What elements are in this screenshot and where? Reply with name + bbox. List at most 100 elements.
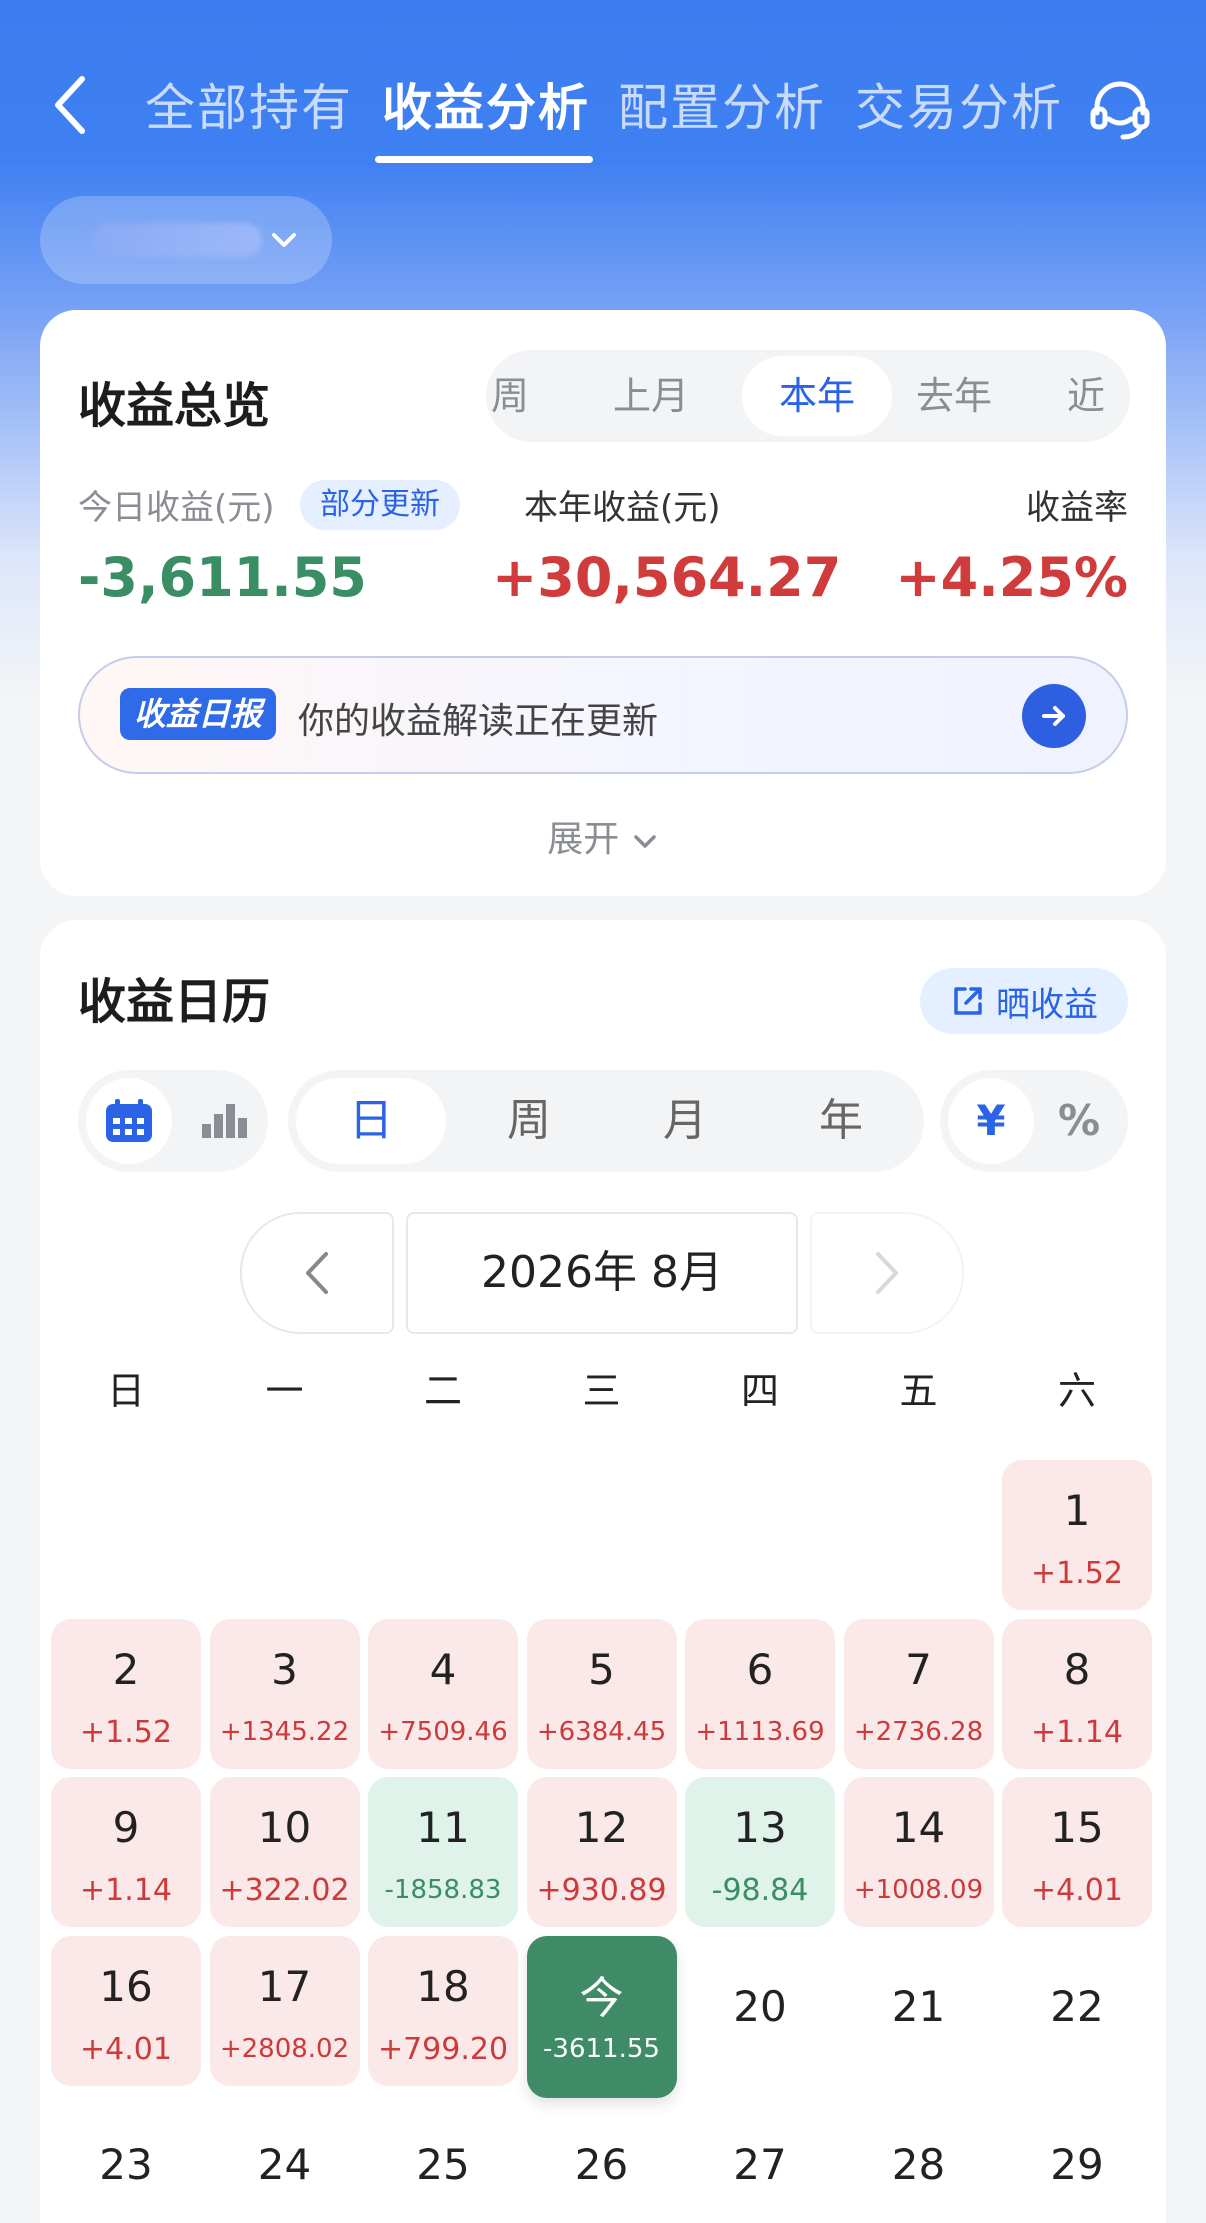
customer-service-button[interactable] [1080,70,1160,150]
report-arrow-button[interactable] [1022,684,1086,748]
back-button[interactable] [40,70,100,140]
granularity-week[interactable]: 周 [454,1070,604,1172]
period-recent[interactable]: 近 [1046,350,1126,442]
calendar-day[interactable]: 16 +4.01 [51,1935,201,2086]
share-profit-button[interactable]: 晒收益 [920,968,1128,1034]
calendar-day[interactable]: 15 +4.01 [1002,1777,1152,1927]
period-selector: 周 上月 本年 去年 近 [486,350,1130,442]
calendar-day[interactable]: 6 +1113.69 [685,1618,835,1769]
calendar-day[interactable]: 26 [527,2094,677,2223]
weekday-label: 一 [265,1369,304,1413]
weekday-label: 六 [1057,1369,1096,1413]
weekday-label: 日 [106,1369,145,1413]
unit-currency[interactable]: ¥ [948,1078,1034,1164]
day-profit-value: +2808.02 [219,2033,350,2064]
day-profit-value: +1.52 [80,1714,172,1750]
overview-title: 收益总览 [78,378,271,434]
day-number: 13 [733,1803,787,1852]
calendar-day[interactable]: 24 [210,2094,360,2223]
day-number: 20 [733,1981,787,2031]
expand-button[interactable]: 展开 [40,810,1166,862]
period-this-year[interactable]: 本年 [742,356,892,436]
day-number: 9 [112,1803,140,1852]
return-rate-label: 收益率 [1026,488,1128,528]
granularity-day[interactable]: 日 [296,1078,446,1164]
day-profit-value: -3611.55 [543,2033,660,2064]
tab-trade-analysis[interactable]: 交易分析 [855,68,1063,140]
calendar-day[interactable]: 17 +2808.02 [209,1935,360,2086]
calendar-day[interactable]: 4 +7509.46 [368,1618,518,1769]
calendar-day[interactable]: 23 [51,2094,201,2223]
calendar-day[interactable]: 2 +1.52 [51,1618,201,1769]
day-number: 1 [1063,1486,1091,1535]
bar-chart-view-button[interactable] [186,1078,262,1164]
period-week[interactable]: 周 [486,350,540,442]
calendar-day[interactable]: 18 +799.20 [368,1935,518,2086]
day-number: 25 [416,2140,470,2189]
calendar-day[interactable]: 29 [1002,2094,1152,2223]
day-number: 2 [112,1644,140,1694]
day-profit-value: +1.52 [1031,1556,1123,1591]
day-profit-value: +7509.46 [378,1716,508,1747]
day-number: 12 [574,1803,629,1852]
day-number: 28 [891,2140,946,2189]
previous-month-button[interactable] [240,1212,394,1334]
tab-all-holdings[interactable]: 全部持有 [145,68,353,140]
day-number: 10 [257,1803,312,1852]
calendar-view-button[interactable] [86,1078,172,1164]
calendar-title: 收益日历 [78,974,271,1030]
calendar-day[interactable]: 25 [368,2094,518,2223]
bar-chart-icon [202,1104,247,1138]
calendar-day[interactable]: 12 +930.89 [526,1777,677,1927]
today-profit-label: 今日收益(元) [78,488,275,528]
calendar-day[interactable]: 22 [1002,1936,1152,2086]
account-selector[interactable] [40,196,332,284]
calendar-day[interactable]: 8 +1.14 [1002,1618,1152,1769]
tab-profit-analysis[interactable]: 收益分析 [382,68,590,140]
weekday-label: 四 [740,1369,779,1413]
day-number: 21 [891,1981,946,2031]
day-number: 8 [1063,1644,1091,1694]
calendar-day[interactable]: 10 +322.02 [209,1777,360,1927]
granularity-month[interactable]: 月 [610,1070,760,1172]
day-profit-value: -98.84 [711,1873,809,1908]
period-last-month[interactable]: 上月 [586,350,716,442]
active-tab-indicator [375,156,593,163]
day-number: 14 [891,1803,946,1852]
calendar-day[interactable]: 9 +1.14 [51,1777,201,1927]
calendar-day[interactable]: 27 [685,2094,835,2223]
day-number: 4 [429,1644,457,1694]
daily-report-tag: 收益日报 [120,688,277,740]
day-number: 22 [1050,1981,1104,2031]
next-month-button[interactable] [810,1212,964,1334]
daily-report-banner[interactable]: 收益日报 你的收益解读正在更新 [78,656,1128,774]
calendar-day[interactable]: 28 [844,2094,994,2223]
period-last-year[interactable]: 去年 [884,350,1024,442]
calendar-day[interactable]: 1 +1.52 [1002,1460,1152,1610]
day-number: 29 [1050,2140,1104,2189]
calendar-day[interactable]: 20 [685,1936,835,2086]
calendar-day[interactable]: 13 -98.84 [685,1777,835,1927]
return-rate-value: +4.25% [895,546,1128,609]
tab-allocation-analysis[interactable]: 配置分析 [618,68,826,140]
day-profit-value: +4.01 [1031,1873,1123,1908]
current-month-label[interactable]: 2026年 8月 [406,1212,798,1334]
weekday-label: 三 [582,1369,621,1413]
day-number: 17 [257,1961,312,2011]
partial-update-badge: 部分更新 [300,480,460,530]
day-profit-value: +930.89 [536,1873,667,1908]
calendar-day[interactable]: 5 +6384.45 [526,1618,677,1769]
calendar-day[interactable]: 21 [844,1936,994,2086]
calendar-day[interactable]: 3 +1345.22 [209,1618,360,1769]
granularity-year[interactable]: 年 [766,1070,916,1172]
day-number: 3 [271,1644,298,1694]
expand-label: 展开 [547,819,620,860]
unit-percent[interactable]: % [1036,1078,1122,1164]
day-profit-value: +1345.22 [219,1716,350,1747]
day-number: 24 [257,2140,312,2189]
calendar-day-today[interactable]: 今 -3611.55 [526,1935,677,2098]
calendar-day[interactable]: 7 +2736.28 [843,1618,994,1769]
calendar-day[interactable]: 11 -1858.83 [368,1777,518,1927]
top-navigation: 全部持有 收益分析 配置分析 交易分析 [0,50,1206,170]
calendar-day[interactable]: 14 +1008.09 [843,1777,994,1927]
